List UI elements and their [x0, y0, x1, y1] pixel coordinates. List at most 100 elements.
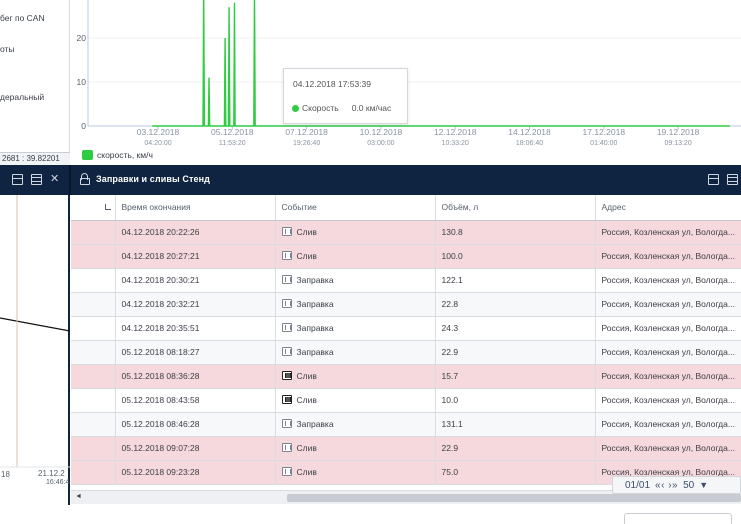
- cell-volume: 22.8: [435, 292, 596, 317]
- cell-end-time: 04.12.2018 20:32:21: [115, 292, 276, 317]
- row-gutter: [71, 340, 116, 365]
- table-row[interactable]: 05.12.2018 08:46:28 Заправка 131.1 Россия, …: [71, 412, 741, 437]
- cell-event-label: Слив: [296, 395, 317, 405]
- column-header-end-time[interactable]: Время окончания: [115, 195, 276, 221]
- cell-address: Россия, Козленская ул, Вологда...: [595, 388, 741, 413]
- cell-end-time: 05.12.2018 08:46:28: [115, 412, 276, 437]
- x-tick-date: 12.12.2018: [434, 127, 477, 137]
- table-row[interactable]: 04.12.2018 20:22:26 Слив 130.8 Россия, Козл…: [71, 220, 741, 245]
- cell-event-label: Заправка: [296, 323, 334, 333]
- cell-event: Слив: [275, 220, 436, 245]
- page-indicator: 01/01: [625, 479, 651, 491]
- cell-event-label: Слив: [296, 227, 317, 237]
- cell-event: Заправка: [275, 412, 436, 437]
- cell-address: Россия, Козленская ул, Вологда...: [595, 268, 741, 293]
- cell-event-label: Слив: [296, 443, 317, 453]
- row-gutter: [71, 364, 116, 389]
- table-row[interactable]: 05.12.2018 08:43:58 Слив 10.0 Россия, Козле…: [71, 388, 741, 413]
- cell-event: Заправка: [275, 340, 436, 365]
- cell-event: Слив: [275, 364, 436, 389]
- cell-volume: 24.3: [435, 316, 596, 341]
- table-header-row: Время окончания Событие Объём, л Адрес: [71, 195, 741, 221]
- page-size-dropdown-icon[interactable]: ▼: [699, 480, 708, 490]
- close-icon[interactable]: ✕: [50, 174, 59, 185]
- scroll-left-icon[interactable]: ◄: [75, 493, 82, 500]
- table-row[interactable]: 05.12.2018 09:07:28 Слив 22.9 Россия, Козле…: [71, 436, 741, 461]
- sidebar-item-can-mileage[interactable]: бег по CAN: [0, 13, 45, 23]
- row-gutter: [71, 460, 116, 485]
- y-tick-label: 20: [77, 33, 87, 43]
- footer-button[interactable]: [624, 513, 732, 524]
- cell-volume: 75.0: [435, 460, 596, 485]
- legend-label: скорость, км/ч: [97, 150, 153, 160]
- fuel-event-icon: [281, 227, 292, 236]
- fuel-event-icon: [281, 323, 292, 332]
- cell-address: Россия, Козленская ул, Вологда...: [595, 364, 741, 389]
- x-tick-time: 03:00:00: [367, 140, 394, 147]
- window-restore-icon[interactable]: [708, 174, 719, 185]
- tooltip-datetime: 04.12.2018 17:53:39: [293, 79, 371, 89]
- cell-event: Слив: [275, 460, 436, 485]
- column-header-volume[interactable]: Объём, л: [435, 195, 596, 221]
- sidebar-item-federal[interactable]: деральный: [0, 92, 44, 102]
- cell-end-time: 05.12.2018 08:18:27: [115, 340, 276, 365]
- fuel-event-icon: [281, 395, 292, 404]
- cell-event-label: Слив: [296, 371, 317, 381]
- scrollbar-thumb[interactable]: [287, 494, 741, 502]
- table-row[interactable]: 05.12.2018 08:36:28 Слив 15.7 Россия, Козле…: [71, 364, 741, 389]
- fuel-event-icon: [281, 371, 292, 380]
- x-tick-date: 17.12.2018: [583, 127, 626, 137]
- fuel-event-icon: [281, 419, 292, 428]
- cell-end-time: 05.12.2018 08:36:28: [115, 364, 276, 389]
- cell-event: Слив: [275, 244, 436, 269]
- cell-address: Россия, Козленская ул, Вологда...: [595, 292, 741, 317]
- fuel-event-icon: [281, 347, 292, 356]
- cell-event-label: Заправка: [296, 419, 334, 429]
- speed-series-line: [152, 0, 730, 127]
- cell-volume: 22.9: [435, 340, 596, 365]
- table-row[interactable]: 05.12.2018 08:18:27 Заправка 22.9 Россия, К…: [71, 340, 741, 365]
- panel-title: Заправки и сливы Стенд: [96, 174, 210, 184]
- column-header-event[interactable]: Событие: [275, 195, 436, 221]
- cell-event-label: Слив: [296, 251, 317, 261]
- left-sidebar: бег по CAN оты деральный 2681 : 39.82201: [0, 0, 70, 165]
- table-row[interactable]: 04.12.2018 20:32:21 Заправка 22.8 Россия, К…: [71, 292, 741, 317]
- chart-legend[interactable]: скорость, км/ч: [82, 150, 153, 160]
- row-gutter: [71, 220, 116, 245]
- refuel-drain-table: Время окончания Событие Объём, л Адрес 0…: [71, 195, 741, 507]
- x-tick-time: 09:13:20: [664, 140, 691, 147]
- row-gutter: [71, 292, 116, 317]
- cell-event: Заправка: [275, 316, 436, 341]
- page-size[interactable]: 50: [683, 480, 694, 491]
- cell-volume: 15.7: [435, 364, 596, 389]
- table-row[interactable]: 04.12.2018 20:27:21 Слив 100.0 Россия, Козл…: [71, 244, 741, 269]
- column-header-address[interactable]: Адрес: [595, 195, 741, 221]
- sidebar-item-work[interactable]: оты: [0, 44, 15, 54]
- cell-volume: 100.0: [435, 244, 596, 269]
- page-nav-buttons[interactable]: «‹ ›»: [655, 480, 678, 491]
- column-settings-icon[interactable]: [104, 204, 111, 211]
- series-dot-icon: [292, 104, 299, 112]
- unlock-icon[interactable]: [80, 173, 90, 185]
- column-selector[interactable]: [71, 195, 116, 221]
- row-gutter: [71, 436, 116, 461]
- fuel-event-icon: [281, 299, 292, 308]
- cell-event: Слив: [275, 388, 436, 413]
- cell-address: Россия, Козленская ул, Вологда...: [595, 244, 741, 269]
- window-restore-icon[interactable]: [12, 174, 23, 185]
- window-layout-icon[interactable]: [727, 174, 738, 185]
- cell-address: Россия, Козленская ул, Вологда...: [595, 436, 741, 461]
- window-layout-icon[interactable]: [31, 174, 42, 185]
- fuel-event-icon: [281, 467, 292, 476]
- mini-plot-svg: [0, 195, 70, 468]
- x-tick-date: 14.12.2018: [508, 127, 551, 137]
- tooltip-series: Скорость: [302, 103, 339, 113]
- cell-end-time: 04.12.2018 20:27:21: [115, 244, 276, 269]
- cell-volume: 10.0: [435, 388, 596, 413]
- row-gutter: [71, 388, 116, 413]
- legend-swatch: [82, 150, 93, 160]
- x-tick-time: 19:26:40: [293, 140, 320, 147]
- table-row[interactable]: 04.12.2018 20:30:21 Заправка 122.1 Россия, …: [71, 268, 741, 293]
- toolbar-divider: [69, 165, 71, 195]
- table-row[interactable]: 04.12.2018 20:35:51 Заправка 24.3 Россия, К…: [71, 316, 741, 341]
